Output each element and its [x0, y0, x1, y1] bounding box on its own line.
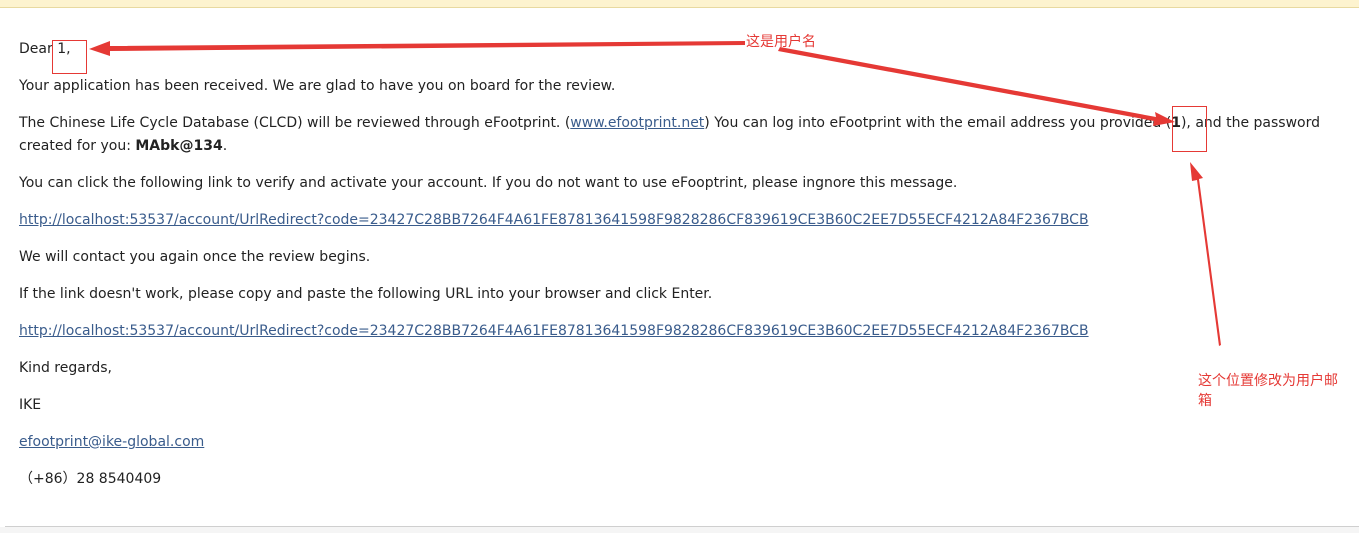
signature-name: IKE	[19, 397, 42, 413]
signature-email-link[interactable]: efootprint@ike-global.com	[19, 434, 204, 450]
verify-paragraph: You can click the following link to veri…	[19, 175, 958, 191]
fallback-link-line: http://localhost:53537/account/UrlRedire…	[19, 321, 1089, 341]
greeting-prefix: Dear	[19, 41, 53, 57]
email-annotation-label-line1: 这个位置修改为用户邮	[1198, 373, 1338, 389]
review-paragraph-line2: created for you: MAbk@134.	[19, 136, 227, 156]
email-annotation-label-line2: 箱	[1198, 393, 1212, 409]
fallback-url-link[interactable]: http://localhost:53537/account/UrlRedire…	[19, 323, 1089, 339]
username-annotation-label: 这是用户名	[746, 34, 816, 50]
contact-paragraph: We will contact you again once the revie…	[19, 249, 371, 265]
username-highlight-box	[52, 40, 87, 74]
received-paragraph: Your application has been received. We a…	[19, 78, 616, 94]
efootprint-site-link[interactable]: www.efootprint.net	[570, 115, 704, 131]
signature-email-line: efootprint@ike-global.com	[19, 432, 204, 452]
password-suffix: .	[222, 138, 228, 154]
review-paragraph-line1: The Chinese Life Cycle Database (CLCD) w…	[19, 113, 1320, 133]
verify-link-line: http://localhost:53537/account/UrlRedire…	[19, 210, 1089, 230]
email-highlight-box	[1172, 106, 1207, 152]
signature-phone: （+86）28 8540409	[19, 471, 162, 487]
password-value: MAbk@134	[135, 138, 223, 154]
top-header-band	[0, 0, 1359, 8]
fallback-paragraph: If the link doesn't work, please copy an…	[19, 286, 713, 302]
review-text-part1: The Chinese Life Cycle Database (CLCD) w…	[19, 115, 571, 131]
verify-account-link[interactable]: http://localhost:53537/account/UrlRedire…	[19, 212, 1089, 228]
username-arrow	[89, 41, 745, 56]
review-text-part2: ) You can log into eFootprint with the e…	[704, 115, 1172, 131]
bottom-band	[0, 527, 1359, 533]
closing-text: Kind regards,	[19, 360, 112, 376]
password-prefix: created for you:	[19, 138, 136, 154]
email-up-arrow	[1190, 162, 1221, 346]
